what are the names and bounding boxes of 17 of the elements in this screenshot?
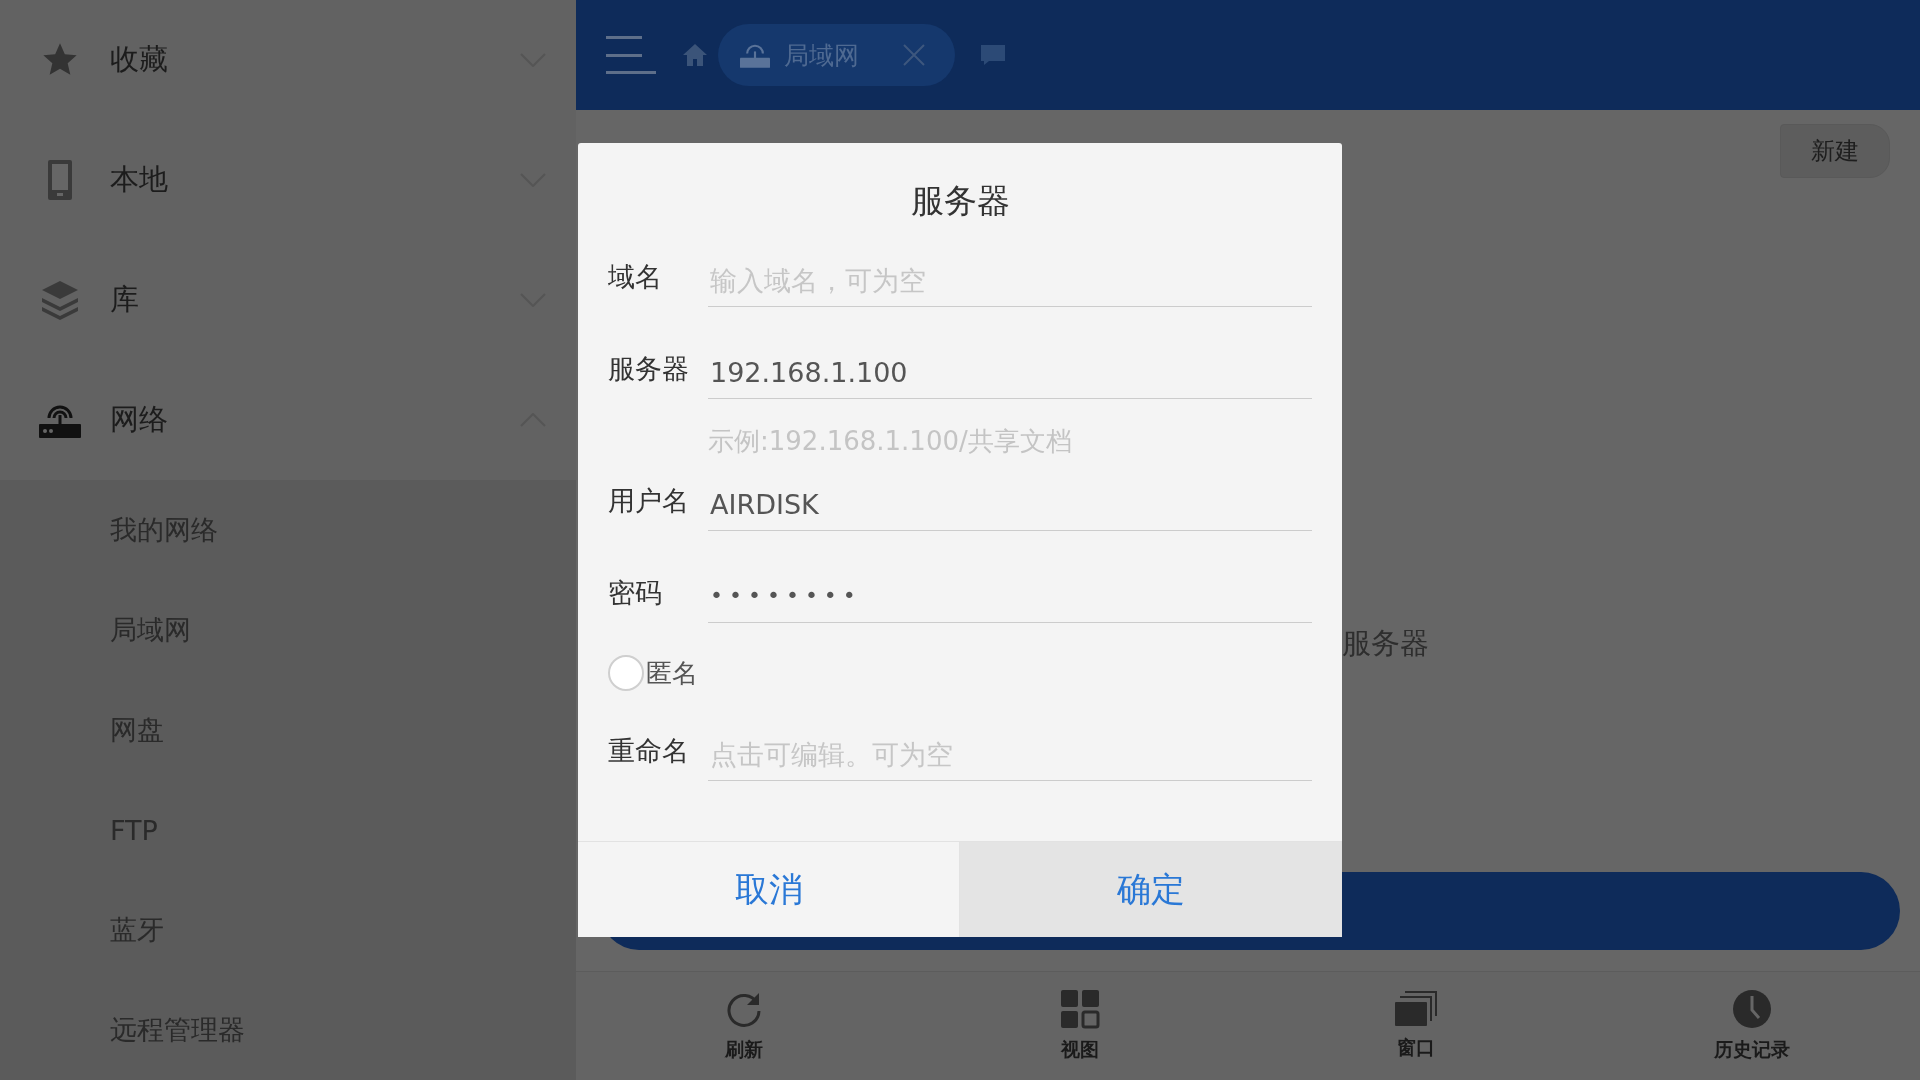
section-label: 收藏 (110, 41, 169, 78)
toolbar-label: 历史记录 (1714, 1037, 1790, 1062)
field-label: 用户名 (608, 484, 690, 518)
field-label: 重命名 (608, 734, 690, 768)
field-label: 域名 (608, 260, 663, 294)
toolbar-label: 窗口 (1397, 1035, 1435, 1060)
toolbar-label: 视图 (1061, 1037, 1099, 1062)
section-label: 库 (110, 281, 140, 318)
hint-text: 服务器 (1342, 625, 1429, 662)
toolbar-label: 刷新 (725, 1037, 763, 1062)
dialog-title: 服务器 (909, 180, 1011, 222)
section-label: 本地 (110, 161, 169, 198)
section-label: 网络 (110, 401, 169, 438)
radio-label: 匿名 (646, 657, 698, 690)
field-label: 密码 (608, 576, 663, 610)
tab-label: 局域网 (784, 39, 859, 72)
field-label: 服务器 (608, 352, 690, 386)
